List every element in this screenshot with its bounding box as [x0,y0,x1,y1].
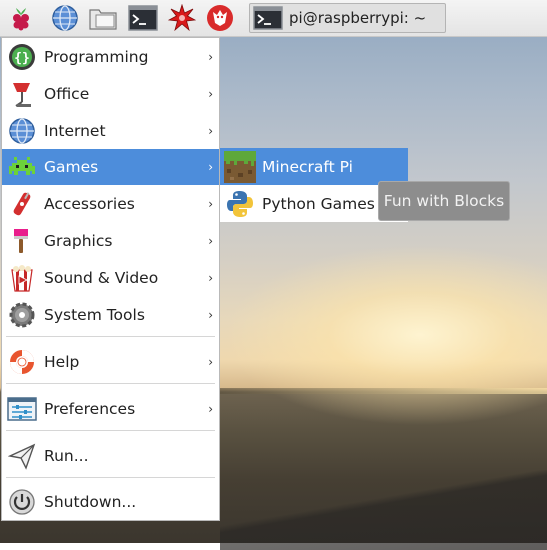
main-menu: {} Programming › Office › Internet › Gam… [1,37,220,521]
help-icon [10,350,34,374]
submenu-arrow: › [208,271,213,285]
preferences-icon [7,397,37,421]
wallpaper-road [220,470,547,550]
system-tools-icon [9,302,35,328]
raspberry-icon [13,8,29,31]
submenu-arrow: › [208,197,213,211]
menu-item-system-tools[interactable]: System Tools › [2,297,219,333]
submenu-arrow: › [208,50,213,64]
terminal-icon [128,5,158,31]
menu-separator [6,477,215,478]
wallpaper-horizon [220,388,547,394]
globe-icon [9,118,35,144]
mathematica-launcher-button[interactable] [167,3,197,33]
folder-icon [89,9,117,30]
menu-button[interactable] [6,3,36,33]
menu-item-accessories[interactable]: Accessories › [2,186,219,222]
menu-item-run[interactable]: Run... [2,438,219,474]
office-icon [13,83,31,107]
submenu-arrow: › [208,355,213,369]
run-icon [8,443,36,470]
submenu-arrow: › [208,402,213,416]
minecraft-icon [224,150,256,183]
sound-video-icon [11,265,33,292]
menu-item-sound-video[interactable]: Sound & Video › [2,260,219,296]
terminal-launcher-button[interactable] [128,3,158,33]
tooltip: Fun with Blocks [378,181,510,221]
taskbar-window-label: pi@raspberrypi: ~ [289,9,427,27]
wolfram-launcher-button[interactable] [205,3,235,33]
submenu-arrow: › [208,124,213,138]
graphics-icon [14,229,28,253]
menu-item-internet[interactable]: Internet › [2,113,219,149]
browser-launcher-button[interactable] [50,3,80,33]
tooltip-text: Fun with Blocks [383,192,505,210]
python-icon [227,190,253,217]
submenu-arrow: › [208,160,213,174]
menu-separator [6,383,215,384]
menu-separator [6,336,215,337]
games-icon [9,157,35,175]
menu-item-graphics[interactable]: Graphics › [2,223,219,259]
taskbar: pi@raspberrypi: ~ [0,0,547,37]
submenu-arrow: › [208,234,213,248]
menu-item-preferences[interactable]: Preferences › [2,391,219,427]
submenu-arrow: › [208,87,213,101]
menu-item-help[interactable]: Help › [2,344,219,380]
menu-separator [6,430,215,431]
menu-item-games[interactable]: Games › [2,149,219,185]
submenu-arrow: › [208,308,213,322]
svg-text:{}: {} [14,51,30,66]
programming-icon: {} [9,44,35,70]
globe-icon [52,5,78,31]
menu-item-shutdown[interactable]: Shutdown... [2,484,219,520]
accessories-icon [13,192,31,216]
terminal-icon [253,6,283,30]
mathematica-icon [168,4,196,32]
taskbar-window-button[interactable]: pi@raspberrypi: ~ [249,3,446,33]
menu-item-office[interactable]: Office › [2,76,219,112]
shutdown-icon [9,489,35,515]
submenu-item-minecraft-pi[interactable]: Minecraft Pi [220,148,408,185]
menu-item-programming[interactable]: {} Programming › [2,39,219,75]
wolfram-icon [207,5,233,31]
file-manager-launcher-button[interactable] [88,3,118,33]
